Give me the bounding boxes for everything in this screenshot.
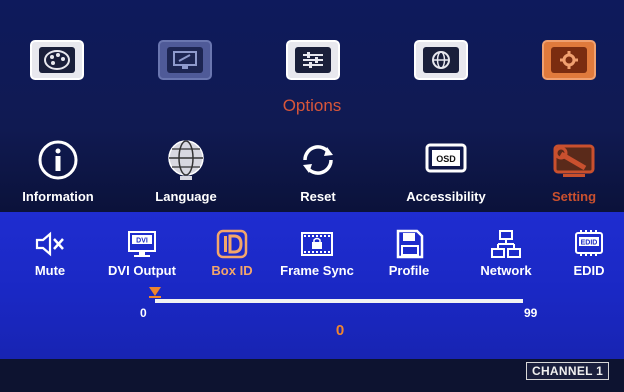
id-icon (190, 228, 274, 260)
submenu-item-label: Mute (34, 263, 66, 278)
network-icon (464, 228, 548, 260)
input-icon[interactable] (286, 40, 340, 80)
submenu-item-label: DVI Output (108, 263, 176, 278)
menu-item-information[interactable]: Information (8, 137, 108, 204)
svg-text:OSD: OSD (436, 154, 456, 164)
menu-title: Options (282, 96, 342, 115)
palette-icon[interactable] (30, 40, 84, 80)
globe-icon (136, 137, 236, 183)
menu-item-reset[interactable]: Reset (268, 137, 368, 204)
menu-item-label: Accessibility (406, 189, 486, 204)
dvi-icon: DVI (100, 228, 184, 260)
submenu-item-network[interactable]: Network (464, 228, 548, 278)
info-icon (8, 137, 108, 183)
frame-sync-icon (275, 228, 359, 260)
submenu-item-frame-sync[interactable]: Frame Sync (275, 228, 359, 278)
menu-item-label: Language (155, 189, 217, 204)
edid-icon: EDID (556, 228, 622, 260)
submenu-item-dvi-output[interactable]: DVI DVI Output (100, 228, 184, 278)
slider-thumb[interactable] (149, 287, 161, 296)
mute-icon (8, 228, 92, 260)
menu-item-label: Setting (551, 189, 597, 204)
svg-text:EDID: EDID (581, 240, 598, 247)
slider-thumb-base[interactable] (149, 296, 161, 298)
submenu-item-edid[interactable]: EDID EDID (556, 228, 622, 278)
gear-icon[interactable] (542, 40, 596, 80)
menu-item-label: Information (22, 189, 94, 204)
tools-icon (524, 137, 624, 183)
submenu-item-mute[interactable]: Mute (8, 228, 92, 278)
slider-value: 0 (335, 322, 345, 339)
submenu-item-label: Network (480, 263, 532, 278)
submenu-item-label: EDID (573, 263, 605, 278)
refresh-icon (268, 137, 368, 183)
slider-min-label: 0 (140, 306, 147, 320)
save-icon (367, 228, 451, 260)
submenu-item-profile[interactable]: Profile (367, 228, 451, 278)
channel-badge: CHANNEL 1 (526, 362, 610, 380)
submenu-item-label: Box ID (211, 263, 253, 278)
menu-item-setting[interactable]: Setting (524, 137, 624, 204)
menu-item-accessibility[interactable]: OSD Accessibility (396, 137, 496, 204)
web-icon[interactable] (414, 40, 468, 80)
svg-text:DVI: DVI (136, 238, 148, 245)
menu-item-language[interactable]: Language (136, 137, 236, 204)
submenu-item-box-id[interactable]: Box ID (190, 228, 274, 278)
menu-item-label: Reset (300, 189, 336, 204)
submenu-item-label: Profile (388, 263, 430, 278)
osd-icon: OSD (396, 137, 496, 183)
slider-max-label: 99 (524, 306, 538, 320)
submenu-item-label: Frame Sync (280, 263, 354, 278)
display-icon[interactable] (158, 40, 212, 80)
box-id-slider[interactable] (155, 299, 523, 303)
